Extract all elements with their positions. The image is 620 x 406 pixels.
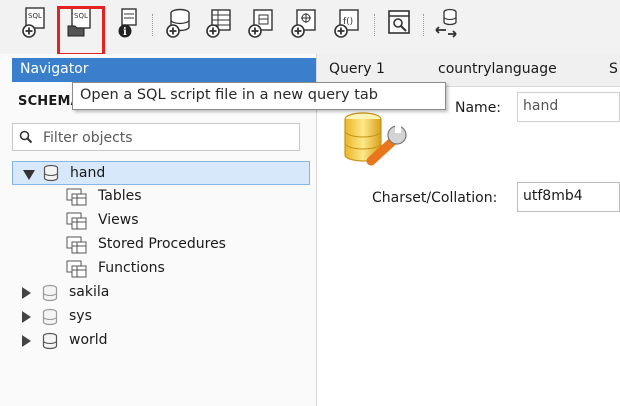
function-add-icon: f() bbox=[334, 9, 359, 38]
folder-view-icon bbox=[66, 212, 87, 230]
charset-label: Charset/Collation: bbox=[372, 190, 498, 206]
tree-child-functions[interactable]: Functions bbox=[64, 257, 304, 281]
expand-arrow-icon[interactable] bbox=[23, 170, 35, 180]
filter-objects-field[interactable] bbox=[12, 123, 300, 151]
schema-item-sakila[interactable]: sakila bbox=[0, 281, 310, 305]
tooltip: Open a SQL script file in a new query ta… bbox=[72, 82, 446, 110]
database-icon bbox=[43, 164, 59, 182]
folder-procedure-icon bbox=[66, 236, 87, 254]
create-table-button[interactable] bbox=[204, 6, 234, 40]
view-add-icon bbox=[248, 9, 273, 38]
navigator-title: Navigator bbox=[20, 61, 89, 77]
tab-query-1[interactable]: Query 1 bbox=[329, 61, 385, 77]
schema-label: hand bbox=[70, 165, 106, 181]
toolbar-separator bbox=[423, 14, 425, 36]
toolbar-separator bbox=[152, 14, 154, 36]
tree-child-tables[interactable]: Tables bbox=[64, 185, 304, 209]
toolbar: SQL SQL i f() bbox=[0, 0, 620, 56]
svg-text:SQL: SQL bbox=[28, 12, 42, 20]
procedure-add-icon bbox=[291, 9, 316, 38]
filter-objects-input[interactable] bbox=[41, 127, 295, 149]
create-schema-button[interactable] bbox=[164, 6, 194, 40]
search-table-data-button[interactable] bbox=[384, 6, 414, 40]
navigator-header: Navigator bbox=[12, 58, 316, 82]
database-icon bbox=[42, 332, 58, 350]
search-icon bbox=[19, 130, 33, 144]
charset-value: utf8mb4 bbox=[523, 188, 583, 204]
folder-function-icon bbox=[66, 260, 87, 278]
tree-child-label: Functions bbox=[98, 260, 165, 276]
schema-name-field[interactable]: hand bbox=[517, 92, 620, 122]
search-table-icon bbox=[388, 10, 410, 34]
table-add-icon bbox=[206, 9, 231, 38]
toolbar-separator bbox=[374, 14, 376, 36]
collapse-arrow-icon[interactable] bbox=[22, 287, 31, 299]
schema-label: sakila bbox=[69, 284, 110, 300]
charset-collation-field[interactable]: utf8mb4 bbox=[517, 182, 620, 212]
schema-editor: Name: hand Charset/Collation: utf8mb4 bbox=[317, 87, 620, 406]
schema-item-world[interactable]: world bbox=[0, 329, 310, 353]
tree-child-stored-procedures[interactable]: Stored Procedures bbox=[64, 233, 304, 257]
schema-label: world bbox=[69, 332, 108, 348]
create-procedure-button[interactable] bbox=[289, 6, 319, 40]
schema-item-sys[interactable]: sys bbox=[0, 305, 310, 329]
schema-item-hand[interactable]: hand bbox=[12, 161, 310, 185]
tab-countrylanguage[interactable]: countrylanguage bbox=[438, 61, 557, 77]
highlight-box bbox=[57, 6, 105, 56]
tree-child-label: Tables bbox=[98, 188, 142, 204]
new-sql-tab-button[interactable]: SQL bbox=[20, 6, 50, 40]
schema-label: sys bbox=[69, 308, 92, 324]
tree-child-views[interactable]: Views bbox=[64, 209, 304, 233]
database-icon bbox=[42, 284, 58, 302]
tree-child-label: Views bbox=[98, 212, 139, 228]
tab-partial[interactable]: S bbox=[609, 61, 618, 77]
sql-new-icon: SQL bbox=[22, 7, 45, 38]
folder-table-icon bbox=[66, 188, 87, 206]
database-add-icon bbox=[166, 8, 190, 38]
create-function-button[interactable]: f() bbox=[332, 6, 362, 40]
collapse-arrow-icon[interactable] bbox=[22, 335, 31, 347]
database-icon bbox=[42, 308, 58, 326]
name-label: Name: bbox=[455, 100, 502, 116]
create-view-button[interactable] bbox=[246, 6, 276, 40]
tree-child-label: Stored Procedures bbox=[98, 236, 226, 252]
tooltip-text: Open a SQL script file in a new query ta… bbox=[80, 87, 378, 103]
info-icon: i bbox=[118, 8, 137, 38]
collapse-arrow-icon[interactable] bbox=[22, 311, 31, 323]
server-info-button[interactable]: i bbox=[114, 6, 144, 40]
reconnect-button[interactable] bbox=[432, 6, 462, 40]
svg-text:i: i bbox=[123, 27, 127, 38]
schema-wrench-icon bbox=[344, 112, 407, 166]
reconnect-icon bbox=[435, 8, 457, 38]
schema-name-value: hand bbox=[523, 98, 559, 114]
